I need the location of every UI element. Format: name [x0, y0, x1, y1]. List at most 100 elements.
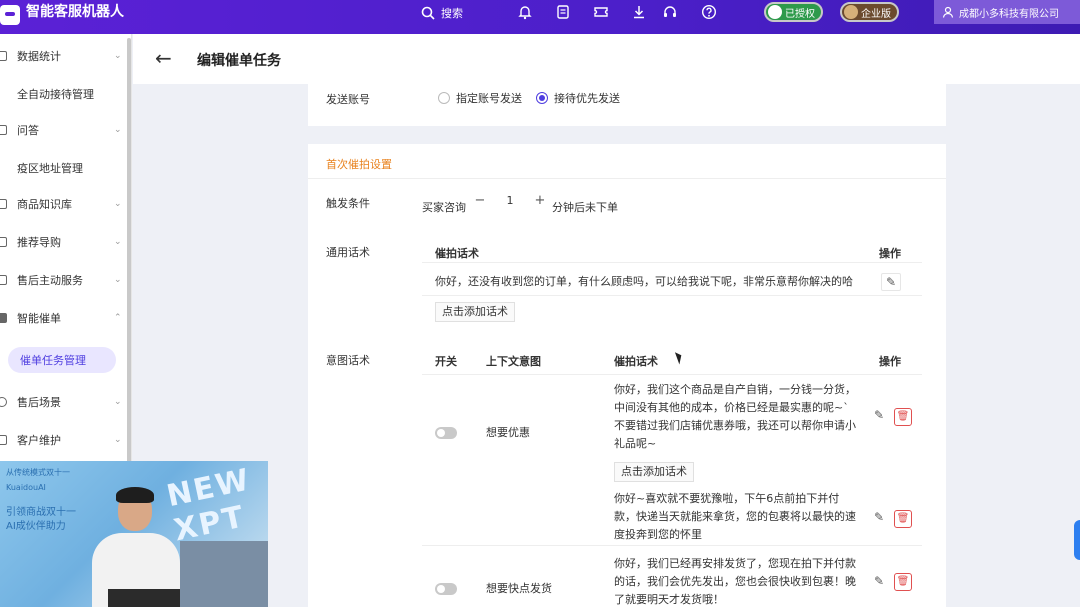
sidebar-item-after-sale-scenes[interactable]: 售后场景 ⌄	[0, 387, 130, 417]
script-line: 你好~喜欢就不要犹豫啦，下午6点前拍下并付	[614, 492, 840, 505]
trigger-prefix: 买家咨询	[422, 201, 466, 214]
sidebar-item-customer-care[interactable]: 客户维护 ⌄	[0, 425, 130, 455]
decrement-button[interactable]: −	[472, 193, 488, 208]
script-line: 了就要明天才发货哦！	[614, 593, 724, 606]
search-icon	[421, 6, 435, 20]
add-script-button[interactable]: 点击添加话术	[435, 302, 515, 322]
sidebar-item-qa[interactable]: 问答 ⌄	[0, 115, 130, 145]
document-icon[interactable]	[555, 4, 571, 20]
download-icon[interactable]	[631, 4, 647, 20]
sidebar-item-smart-reminder[interactable]: 智能催单 ⌃	[0, 303, 130, 333]
pencil-icon[interactable]: ✎	[874, 574, 884, 588]
sidebar-item-auto-reception[interactable]: 全自动接待管理	[0, 79, 130, 109]
increment-button[interactable]: +	[532, 193, 548, 208]
webcam-overlay: 从传统模式双十一 KuaidouAI 引领商战双十一 AI成伙伴助力 NEW X…	[0, 461, 268, 607]
sidebar-item-label: 全自动接待管理	[17, 88, 94, 101]
headset-icon[interactable]	[662, 4, 678, 20]
sidebar-item-label: 推荐导购	[17, 236, 61, 249]
enterprise-label: 企业版	[861, 8, 891, 20]
intent-col-action: 操作	[879, 355, 901, 368]
divider	[422, 295, 922, 296]
pencil-icon[interactable]: ✎	[874, 510, 884, 524]
sidebar-item-label: 催单任务管理	[20, 354, 86, 367]
intent-toggle[interactable]	[435, 583, 457, 595]
chevron-down-icon: ⌄	[114, 397, 122, 407]
script-line: 礼品呢~	[614, 437, 657, 450]
chevron-down-icon: ⌄	[114, 435, 122, 445]
edit-button[interactable]: ✎	[881, 273, 901, 291]
trigger-label: 触发条件	[326, 197, 370, 210]
minutes-stepper[interactable]: − 1 +	[472, 193, 548, 208]
check-icon	[768, 5, 782, 19]
sidebar-item-label: 疫区地址管理	[17, 162, 83, 175]
scene-icon	[0, 397, 7, 407]
intent-name: 想要快点发货	[486, 582, 552, 595]
divider	[422, 262, 922, 263]
add-script-button[interactable]: 点击添加话术	[614, 462, 694, 482]
intent-script-text: 你好~喜欢就不要犹豫啦，下午6点前拍下并付 款，快递当天就能来拿货，您的包裹将以…	[614, 490, 856, 544]
intent-col-script: 催拍话术	[614, 355, 658, 368]
script-line: 的话，我们会优先发出，您也会很快收到包裹！晚	[614, 575, 856, 588]
script-line: 不要错过我们店铺优惠券哦，我还可以帮你申请小	[614, 419, 856, 432]
sidebar-scrollbar[interactable]	[127, 38, 131, 478]
trash-icon[interactable]: 🗑	[894, 408, 912, 426]
company-account[interactable]: 成都小多科技有限公司	[934, 0, 1080, 24]
page-header: ← 编辑催单任务	[133, 34, 1080, 84]
sidebar-item-label: 售后主动服务	[17, 274, 83, 287]
intent-toggle[interactable]	[435, 427, 457, 439]
bell-icon[interactable]	[517, 4, 533, 20]
pencil-icon[interactable]: ✎	[874, 408, 884, 422]
reminder-icon	[0, 313, 7, 323]
floating-widget[interactable]	[1074, 520, 1080, 560]
webcam-slogan-2: AI成伙伴助力	[6, 521, 66, 532]
intent-name: 想要优惠	[486, 426, 530, 439]
intent-col-context: 上下文意图	[486, 355, 541, 368]
authorized-label: 已授权	[785, 8, 815, 20]
ticket-icon[interactable]	[593, 4, 609, 20]
trash-icon[interactable]: 🗑	[894, 510, 912, 528]
intent-col-switch: 开关	[435, 355, 457, 368]
crown-icon	[844, 5, 858, 19]
trash-icon[interactable]: 🗑	[894, 573, 912, 591]
guide-icon	[0, 237, 7, 247]
intent-script-text: 你好，我们已经再安排发货了，您现在拍下并付款 的话，我们会优先发出，您也会很快收…	[614, 555, 856, 607]
qa-icon	[0, 125, 7, 135]
general-script-text: 你好，还没有收到您的订单，有什么顾虑吗，可以给我说下呢，非常乐意帮你解决的哈	[435, 275, 853, 288]
chevron-up-icon: ⌃	[114, 313, 122, 323]
sidebar-item-reminder-tasks[interactable]: 催单任务管理	[8, 347, 116, 373]
script-line: 你好，我们已经再安排发货了，您现在拍下并付款	[614, 557, 856, 570]
chevron-down-icon: ⌄	[114, 237, 122, 247]
sidebar-item-after-sale-active[interactable]: 售后主动服务 ⌄	[0, 265, 130, 295]
background-screen	[180, 541, 268, 607]
webcam-banner-text: 从传统模式双十一	[6, 468, 70, 477]
sidebar-item-address[interactable]: 疫区地址管理	[0, 153, 130, 183]
pencil-icon: ✎	[885, 275, 897, 289]
general-script-label: 通用话术	[326, 246, 370, 259]
service-icon	[0, 275, 7, 285]
laptop	[108, 589, 180, 607]
sidebar-item-product-kb[interactable]: 商品知识库 ⌄	[0, 189, 130, 219]
intent-script-label: 意图话术	[326, 354, 370, 367]
help-icon[interactable]	[701, 4, 717, 20]
general-col-script: 催拍话术	[435, 247, 479, 260]
customer-icon	[0, 435, 7, 445]
chevron-down-icon: ⌄	[114, 51, 122, 61]
radio-reception-priority[interactable]: 接待优先发送	[536, 90, 620, 106]
app-title: 智能客服机器人	[26, 4, 124, 20]
authorized-badge[interactable]: 已授权	[764, 2, 823, 22]
minutes-value[interactable]: 1	[496, 194, 524, 207]
radio-label: 指定账号发送	[456, 92, 522, 105]
sidebar-item-recommend[interactable]: 推荐导购 ⌄	[0, 227, 130, 257]
section-title: 首次催拍设置	[326, 158, 392, 171]
chevron-down-icon: ⌄	[114, 199, 122, 209]
sidebar-item-label: 客户维护	[17, 434, 61, 447]
sidebar-item-data-stats[interactable]: 数据统计 ⌄	[0, 41, 130, 71]
robot-logo-icon	[0, 5, 20, 25]
back-arrow-icon[interactable]: ←	[155, 48, 172, 68]
search-button[interactable]: 搜索	[421, 4, 463, 22]
sidebar-item-label: 问答	[17, 124, 39, 137]
enterprise-badge[interactable]: 企业版	[840, 2, 899, 22]
top-bar: 智能客服机器人 搜索 已授权 企业版 成都小多科技有限公司	[0, 0, 1080, 34]
divider	[422, 374, 922, 375]
radio-designated-account[interactable]: 指定账号发送	[438, 90, 522, 106]
